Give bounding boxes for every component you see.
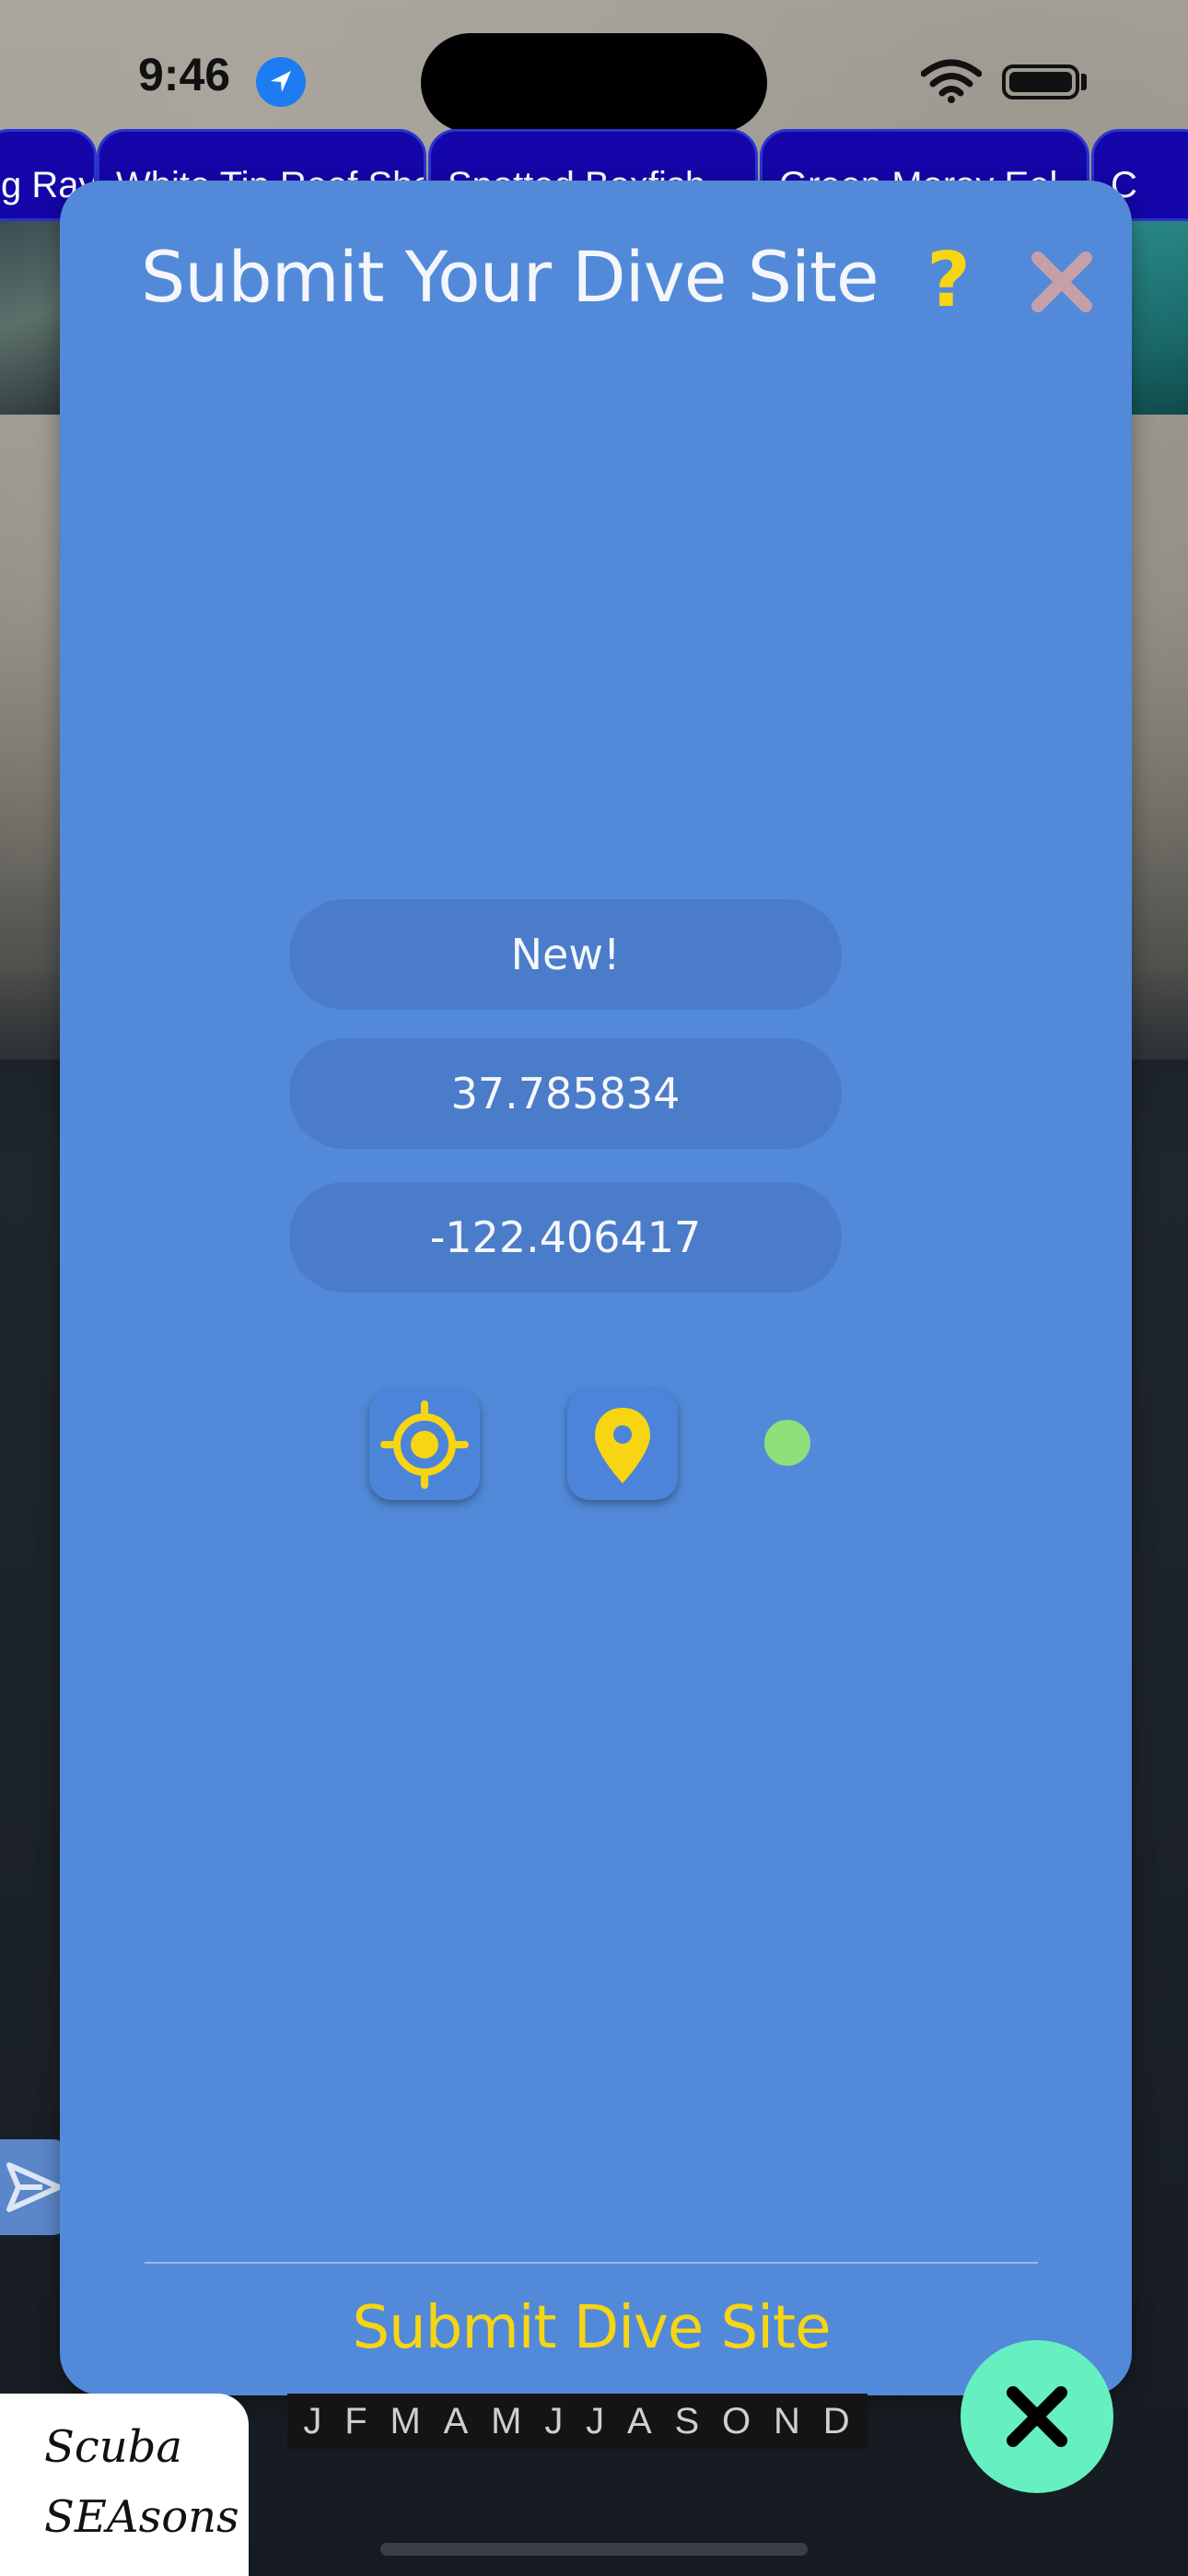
submit-dive-site-modal: Submit Your Dive Site ? Submit Dive Site xyxy=(60,181,1132,2395)
crosshair-gps-icon xyxy=(380,1400,469,1489)
home-indicator[interactable] xyxy=(380,2543,808,2556)
send-button[interactable] xyxy=(0,2139,66,2235)
month-item[interactable]: J xyxy=(303,2401,323,2442)
battery-icon xyxy=(1002,64,1079,100)
month-selector[interactable]: J F M A M J J A S O N D xyxy=(287,2394,868,2449)
brand-line: Scuba xyxy=(44,2421,183,2473)
month-item[interactable]: O xyxy=(722,2401,752,2442)
longitude-field[interactable] xyxy=(289,1182,842,1293)
month-item[interactable]: M xyxy=(491,2401,523,2442)
dynamic-island xyxy=(421,33,767,133)
species-photo[interactable] xyxy=(1128,221,1188,415)
pick-on-map-button[interactable] xyxy=(567,1389,678,1500)
submit-dive-site-button[interactable]: Submit Dive Site xyxy=(145,2268,1038,2388)
species-photo[interactable] xyxy=(0,221,61,415)
month-item[interactable]: D xyxy=(823,2401,852,2442)
latitude-field[interactable] xyxy=(289,1038,842,1149)
location-status-indicator xyxy=(764,1420,810,1466)
send-icon xyxy=(6,2162,62,2212)
fab-close-icon xyxy=(1007,2386,1067,2447)
wifi-icon xyxy=(920,59,983,103)
month-item[interactable]: N xyxy=(774,2401,802,2442)
month-item[interactable]: M xyxy=(390,2401,423,2442)
modal-title: Submit Your Dive Site xyxy=(141,236,879,318)
latitude-input[interactable] xyxy=(289,1068,842,1119)
month-item[interactable]: S xyxy=(675,2401,702,2442)
help-icon: ? xyxy=(926,236,971,324)
site-name-input[interactable] xyxy=(289,929,842,980)
close-button[interactable] xyxy=(1027,247,1097,317)
fab-close-button[interactable] xyxy=(961,2340,1113,2493)
site-name-field[interactable] xyxy=(289,899,842,1010)
use-current-location-button[interactable] xyxy=(369,1389,480,1500)
brand-logo: Scuba SEAsons xyxy=(0,2394,249,2576)
close-icon xyxy=(1031,252,1092,312)
location-arrow-icon xyxy=(256,57,306,107)
longitude-input[interactable] xyxy=(289,1212,842,1263)
map-pin-icon xyxy=(595,1408,650,1483)
divider xyxy=(145,2262,1038,2264)
month-item[interactable]: J xyxy=(544,2401,565,2442)
help-button[interactable]: ? xyxy=(903,234,995,326)
month-item[interactable]: J xyxy=(586,2401,606,2442)
status-time: 9:46 xyxy=(138,49,231,100)
month-item[interactable]: F xyxy=(344,2401,368,2442)
brand-line: SEAsons xyxy=(44,2491,239,2543)
month-item[interactable]: A xyxy=(444,2401,471,2442)
month-item[interactable]: A xyxy=(627,2401,654,2442)
